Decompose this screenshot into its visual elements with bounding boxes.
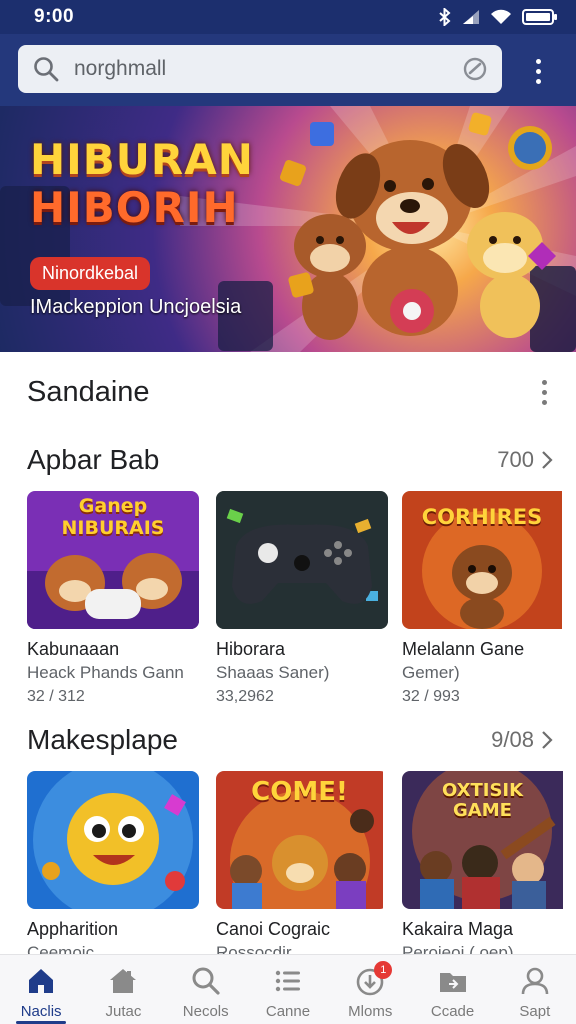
search-icon [34,57,59,82]
chevron-right-icon [542,451,553,469]
nav-item-canne[interactable]: Canne [247,955,329,1024]
hero-banner[interactable]: HIBURAN HIBORIH Ninordkebal IMackeppion … [0,106,576,352]
game-thumbnail: OXTISIK GAME [402,771,574,909]
banner-title-line2: HIBORIH [30,183,239,232]
section-title: Sandaine [27,375,150,408]
nav-label: Sapt [519,1003,551,1020]
banner-title-line1: HIBURAN [30,135,254,184]
person-icon [521,967,549,995]
list-icon [275,970,300,992]
game-card[interactable]: OXTISIK GAME Kakaira Maga Peroieoi ( oep… [402,771,574,963]
section-header-sandaine: Sandaine [0,370,576,414]
game-count: 32 / 993 [402,688,460,705]
nav-label: Ccade [430,1003,475,1020]
see-more-count: 9/08 [491,727,534,752]
bluetooth-icon [439,8,451,26]
thumbnail-title: OXTISIK GAME [441,780,524,821]
nav-item-ccade[interactable]: Ccade [411,955,493,1024]
banner-title: HIBURAN HIBORIH [30,136,254,232]
banner-mascots-illustration [280,112,556,340]
game-thumbnail: COME! [216,771,388,909]
see-more-link[interactable]: 9/08 [491,727,554,753]
game-card[interactable]: Ganep NIBURAIS Kabunaaan Heack Phands Ga… [27,491,199,706]
game-card[interactable]: COME! Canoi Cograic Rossocdir [216,771,388,963]
search-input[interactable] [74,57,434,81]
nav-item-necols[interactable]: Necols [165,955,247,1024]
nav-label: Canne [265,1003,311,1020]
notification-badge: 1 [374,961,393,979]
nav-item-naclis[interactable]: Naclis [0,955,82,1024]
game-name: Kakaira Maga [402,919,514,939]
game-name: Kabunaaan [27,639,120,659]
nav-label: Necols [182,1003,229,1020]
status-time: 9:00 [34,6,75,27]
game-count: 33,2962 [216,688,274,705]
game-card[interactable]: Appharition Ceemoic [27,771,199,963]
game-card[interactable]: Hiborara Shaaas Saner) 33,2962 [216,491,388,706]
more-options-icon[interactable] [518,54,558,88]
game-genre: Heack Phands Gann [27,663,184,682]
nav-item-sapt[interactable]: Sapt [494,955,576,1024]
battery-icon [522,9,557,25]
section-menu-icon[interactable] [534,379,554,405]
house-icon [110,969,137,993]
game-thumbnail [216,491,388,629]
section-header-apbar-bab[interactable]: Apbar Bab 700 [0,440,576,480]
folder-icon [439,973,466,992]
game-genre: Shaaas Saner) [216,663,330,682]
wifi-icon [491,9,511,24]
section-title: Makesplape [27,724,178,755]
nav-item-jutac[interactable]: Jutac [82,955,164,1024]
nav-label: Naclis [20,1003,62,1020]
banner-badge: Ninordkebal [30,257,151,290]
banner-subtitle: IMackeppion Uncjoelsia [30,296,242,318]
status-icons [438,8,558,26]
chevron-right-icon [542,731,553,749]
game-name: Appharition [27,919,119,939]
game-name: Melalann Gane [402,639,525,659]
top-app-bar [0,34,576,106]
search-icon [192,967,220,995]
signal-icon [463,10,479,24]
see-more-count: 700 [497,447,534,472]
bottom-navigation: Naclis Jutac Necols Canne 1 Mloms Ccade … [0,954,576,1024]
game-thumbnail: Ganep NIBURAIS [27,491,199,629]
game-thumbnail: CORHIRES [402,491,574,629]
section-header-makesplape[interactable]: Makesplape 9/08 [0,720,576,760]
game-card[interactable]: CORHIRES Melalann Gane Gemer) 32 / 993 [402,491,574,706]
thumbnail-title: CORHIRES [421,505,543,529]
nav-label: Jutac [105,1003,142,1020]
game-count: 32 / 312 [27,688,85,705]
section-title: Apbar Bab [27,444,160,475]
home-icon [29,969,54,993]
status-bar: 9:00 [0,0,576,34]
game-name: Hiborara [216,639,286,659]
nav-item-mloms[interactable]: 1 Mloms [329,955,411,1024]
thumbnail-title: COME! [251,777,348,807]
see-more-link[interactable]: 700 [497,447,554,473]
game-genre: Gemer) [402,663,460,682]
game-thumbnail [27,771,199,909]
search-box[interactable] [18,45,502,93]
nav-label: Mloms [348,1003,393,1020]
game-name: Canoi Cograic [216,919,331,939]
thumbnail-title: Ganep NIBURAIS [61,495,165,539]
clear-icon[interactable] [462,56,488,82]
